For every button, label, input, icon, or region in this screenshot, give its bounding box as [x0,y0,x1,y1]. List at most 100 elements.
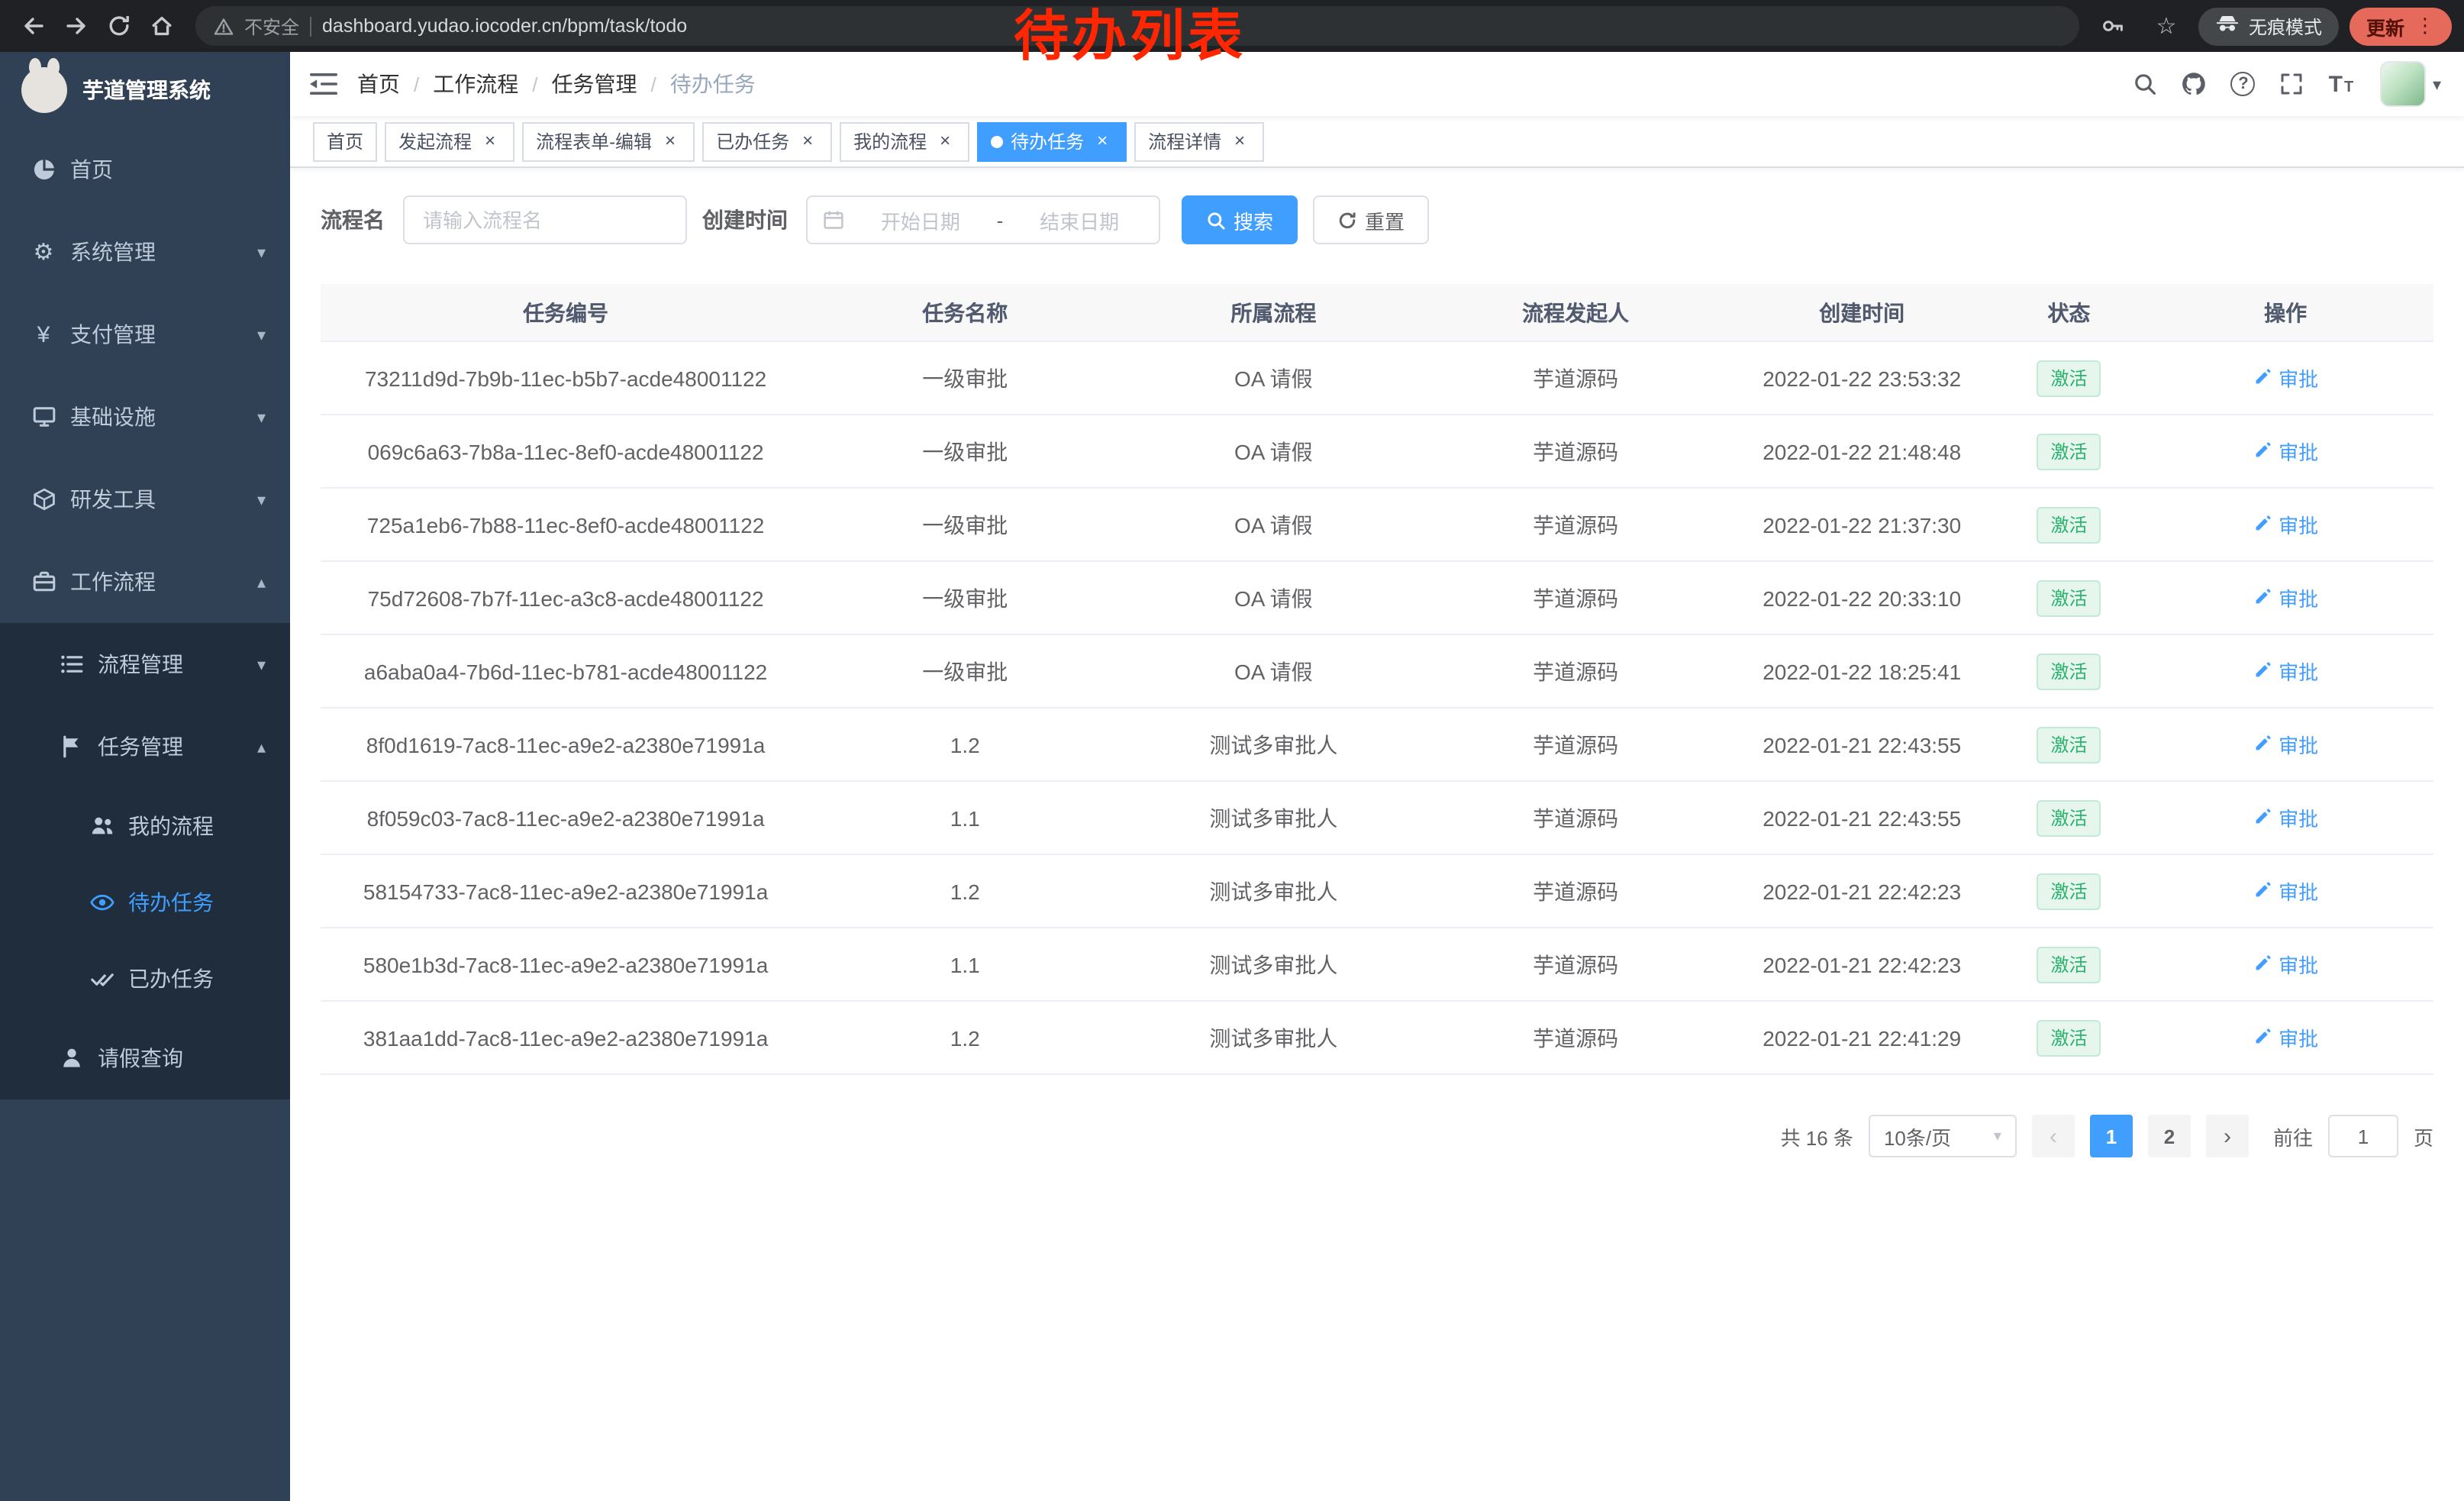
reload-button[interactable] [98,5,140,47]
tab-process-detail[interactable]: 流程详情× [1134,121,1264,161]
cell-task-name: 一级审批 [811,415,1119,487]
close-icon[interactable]: × [1229,131,1250,152]
col-initiator: 流程发起人 [1427,284,1724,341]
approve-link[interactable]: 审批 [2253,950,2318,979]
approve-link[interactable]: 审批 [2253,803,2318,832]
sidebar-collapse-button[interactable] [290,52,357,116]
security-label: 不安全 [244,13,299,39]
tab-home[interactable]: 首页 [313,121,377,161]
tab-my-processes[interactable]: 我的流程× [840,121,969,161]
home-button[interactable] [140,5,183,47]
approve-link[interactable]: 审批 [2253,657,2318,686]
status-badge: 激活 [2037,360,2101,396]
chevron-down-icon: ▾ [257,654,266,674]
next-page-button[interactable]: › [2206,1115,2249,1157]
goto-label: 前往 [2273,1122,2313,1151]
table-body: 73211d9d-7b9b-11ec-b5b7-acde48001122 一级审… [321,342,2433,1075]
chevron-up-icon: ▴ [257,572,266,592]
tab-process-form-edit[interactable]: 流程表单-编辑× [522,121,695,161]
help-icon[interactable]: ? [2222,63,2265,105]
date-range-picker[interactable]: 开始日期 - 结束日期 [806,195,1160,244]
github-icon[interactable] [2173,63,2216,105]
browser-update-button[interactable]: 更新 ⋮ [2350,7,2452,45]
cell-create-time: 2022-01-21 22:43:55 [1724,709,2001,780]
close-icon[interactable]: × [660,131,681,152]
sidebar-item-workflow[interactable]: 工作流程 ▴ [0,541,290,623]
sidebar-item-home[interactable]: 首页 [0,128,290,211]
sidebar-item-leave-query[interactable]: 请假查询 [0,1017,290,1099]
sidebar-item-todo-tasks[interactable]: 待办任务 [0,864,290,941]
page-button-1[interactable]: 1 [2090,1115,2133,1157]
chevron-down-icon: ▾ [257,324,266,344]
menu-dots-icon[interactable]: ⋮ [2415,14,2435,38]
browser-toolbar: 不安全 dashboard.yudao.iocoder.cn/bpm/task/… [0,0,2464,52]
chevron-down-icon: ▾ [257,242,266,262]
close-icon[interactable]: × [1092,131,1113,152]
cell-task-name: 1.2 [811,855,1119,927]
person-icon [58,1045,84,1071]
font-size-icon[interactable]: TT [2320,63,2362,105]
breadcrumb-workflow[interactable]: 工作流程 [433,69,518,99]
page-button-2[interactable]: 2 [2148,1115,2191,1157]
sidebar-item-process-management[interactable]: 流程管理 ▾ [0,623,290,705]
status-badge: 激活 [2037,946,2101,983]
approve-link[interactable]: 审批 [2253,363,2318,392]
sidebar-item-infrastructure[interactable]: 基础设施 ▾ [0,376,290,458]
address-bar[interactable]: 不安全 dashboard.yudao.iocoder.cn/bpm/task/… [195,6,2079,46]
yen-icon: ¥ [31,321,56,347]
monitor-icon [31,404,56,430]
sidebar-item-done-tasks[interactable]: 已办任务 [0,941,290,1017]
tab-start-process[interactable]: 发起流程× [385,121,514,161]
app-logo[interactable]: 芋道管理系统 [0,52,290,128]
approve-link[interactable]: 审批 [2253,730,2318,759]
breadcrumb-task-management[interactable]: 任务管理 [552,69,637,99]
bookmark-star-icon[interactable]: ☆ [2145,5,2188,47]
cell-initiator: 芋道源码 [1427,1002,1724,1073]
tab-todo-tasks[interactable]: 待办任务× [977,121,1127,161]
update-label: 更新 [2366,11,2404,40]
status-badge: 激活 [2037,799,2101,836]
password-key-icon[interactable] [2091,5,2134,47]
breadcrumb-home[interactable]: 首页 [357,69,400,99]
page-size-select[interactable]: 10条/页 ▾ [1869,1115,2017,1157]
table-row: 381aa1dd-7ac8-11ec-a9e2-a2380e71991a 1.2… [321,1002,2433,1075]
approve-link[interactable]: 审批 [2253,583,2318,612]
fullscreen-icon[interactable] [2271,63,2314,105]
status-badge: 激活 [2037,653,2101,689]
table-row: 725a1eb6-7b88-11ec-8ef0-acde48001122 一级审… [321,489,2433,562]
sidebar-item-payment[interactable]: ¥ 支付管理 ▾ [0,293,290,376]
sidebar-item-task-management[interactable]: 任务管理 ▴ [0,705,290,788]
incognito-icon [2215,15,2240,37]
tab-done-tasks[interactable]: 已办任务× [702,121,832,161]
breadcrumb-separator: / [651,73,656,95]
close-icon[interactable]: × [797,131,818,152]
cell-process: 测试多审批人 [1119,709,1427,780]
pagination: 共 16 条 10条/页 ▾ ‹ 1 2 › 前往 页 [290,1075,2464,1157]
close-icon[interactable]: × [479,131,501,152]
prev-page-button[interactable]: ‹ [2032,1115,2075,1157]
forward-button[interactable] [55,5,98,47]
refresh-icon [1337,210,1357,230]
sidebar-item-my-processes[interactable]: 我的流程 [0,788,290,864]
close-icon[interactable]: × [934,131,956,152]
goto-page-input[interactable] [2328,1115,2398,1157]
approve-link[interactable]: 审批 [2253,437,2318,466]
cell-process: 测试多审批人 [1119,1002,1427,1073]
back-button[interactable] [12,5,55,47]
dashboard-icon [31,157,56,182]
reset-button[interactable]: 重置 [1313,195,1429,244]
search-icon[interactable] [2124,63,2167,105]
approve-link[interactable]: 审批 [2253,876,2318,905]
table-row: 73211d9d-7b9b-11ec-b5b7-acde48001122 一级审… [321,342,2433,415]
user-avatar[interactable] [2381,61,2427,107]
process-name-input[interactable] [403,195,687,244]
sidebar-item-dev-tools[interactable]: 研发工具 ▾ [0,458,290,541]
breadcrumb-separator: / [414,73,419,95]
approve-link[interactable]: 审批 [2253,510,2318,539]
cell-create-time: 2022-01-22 18:25:41 [1724,635,2001,707]
cell-process: OA 请假 [1119,635,1427,707]
sidebar-item-system[interactable]: ⚙ 系统管理 ▾ [0,211,290,293]
user-menu[interactable]: ▾ [2381,61,2441,107]
approve-link[interactable]: 审批 [2253,1023,2318,1052]
search-button[interactable]: 搜索 [1182,195,1298,244]
